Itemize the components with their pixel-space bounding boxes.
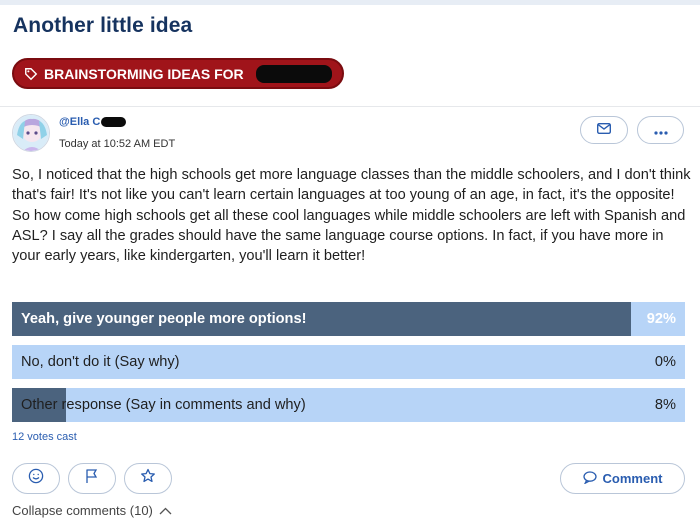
chevron-up-icon bbox=[159, 503, 172, 518]
collapse-comments-label: Collapse comments (10) bbox=[12, 503, 153, 518]
poll-option-label: Yeah, give younger people more options! bbox=[21, 311, 307, 327]
poll-option[interactable]: Yeah, give younger people more options! … bbox=[12, 302, 685, 336]
votes-cast[interactable]: 12 votes cast bbox=[12, 431, 77, 443]
divider bbox=[0, 106, 700, 107]
reaction-button[interactable] bbox=[12, 463, 60, 494]
speech-bubble-icon bbox=[582, 470, 597, 487]
post-timestamp: Today at 10:52 AM EDT bbox=[59, 138, 176, 150]
poll-option-percent: 8% bbox=[654, 397, 676, 413]
tag-icon bbox=[24, 67, 38, 81]
topic-tag[interactable]: BRAINSTORMING IDEAS FOR bbox=[12, 58, 344, 89]
more-options-button[interactable] bbox=[637, 116, 684, 144]
comment-button[interactable]: Comment bbox=[560, 463, 685, 494]
poll-option-label: Other response (Say in comments and why) bbox=[21, 397, 306, 413]
topic-tag-label: BRAINSTORMING IDEAS FOR bbox=[44, 65, 244, 82]
flag-icon bbox=[85, 468, 99, 489]
redaction-block bbox=[255, 64, 332, 83]
redaction-block bbox=[101, 117, 127, 127]
author-name: @Ella C bbox=[59, 116, 101, 128]
poll-option-percent: 0% bbox=[654, 354, 676, 370]
envelope-icon bbox=[596, 121, 612, 139]
poll-option[interactable]: No, don't do it (Say why) 0% bbox=[12, 345, 685, 379]
top-strip bbox=[0, 0, 700, 5]
poll-option[interactable]: Other response (Say in comments and why)… bbox=[12, 388, 685, 422]
star-icon bbox=[140, 468, 156, 489]
poll-option-percent: 92% bbox=[646, 311, 676, 327]
flag-button[interactable] bbox=[68, 463, 116, 494]
collapse-comments-toggle[interactable]: Collapse comments (10) bbox=[12, 503, 172, 518]
avatar[interactable] bbox=[12, 114, 50, 152]
post-author[interactable]: @Ella C bbox=[59, 116, 127, 128]
favorite-button[interactable] bbox=[124, 463, 172, 494]
poll-option-label: No, don't do it (Say why) bbox=[21, 354, 180, 370]
ellipsis-icon bbox=[653, 122, 668, 138]
page-title: Another little idea bbox=[13, 14, 193, 37]
smiley-icon bbox=[28, 468, 44, 489]
comment-button-label: Comment bbox=[602, 471, 663, 486]
message-button[interactable] bbox=[580, 116, 628, 144]
post-body: So, I noticed that the high schools get … bbox=[12, 167, 691, 265]
